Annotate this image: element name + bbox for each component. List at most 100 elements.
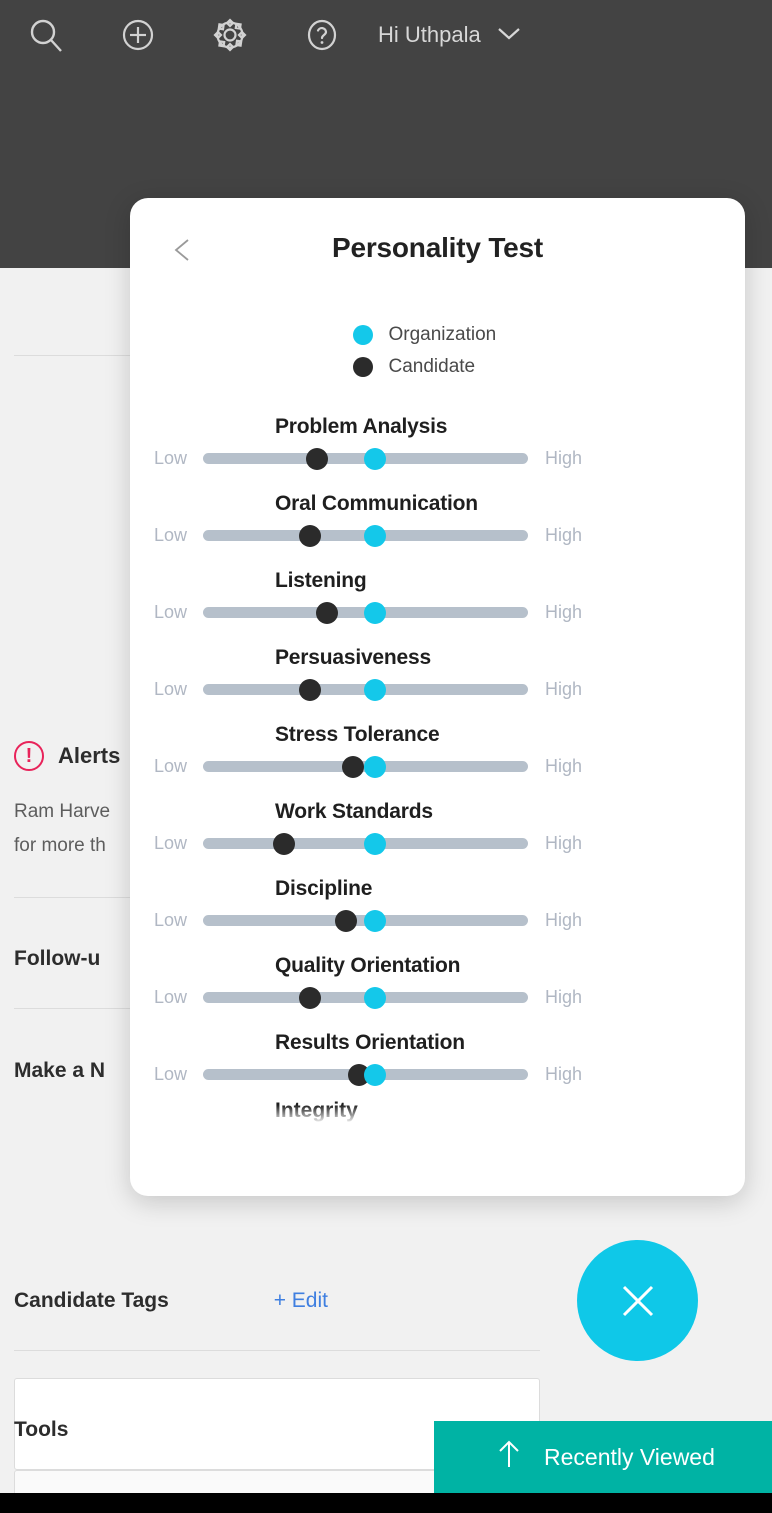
trait-slider[interactable]: Low High — [130, 1063, 745, 1086]
legend-color-dot-candidate — [352, 357, 373, 377]
trait-slider[interactable]: Low High — [130, 524, 745, 547]
scale-low-label: Low — [153, 910, 187, 930]
organization-marker — [364, 755, 387, 778]
trait-row: Oral Communication Low High — [130, 489, 745, 547]
trait-label: Listening — [275, 569, 367, 592]
chevron-down-icon — [495, 22, 523, 48]
trait-label: Stress Tolerance — [275, 723, 440, 746]
trait-label: Problem Analysis — [275, 415, 448, 438]
scale-low-label: Low — [153, 756, 187, 776]
recently-viewed-label: Recently Viewed — [544, 1443, 715, 1470]
slider-track[interactable] — [203, 524, 528, 547]
trait-slider[interactable]: Low High — [130, 909, 745, 932]
chart-legend: Organization Candidate — [130, 324, 745, 378]
scale-high-label: High — [545, 1064, 583, 1084]
legend-item-candidate: Candidate — [352, 356, 523, 378]
trait-row: Quality Orientation Low High — [130, 951, 745, 1009]
user-menu[interactable]: Hi Uthpala — [378, 22, 523, 48]
trait-label: Persuasiveness — [275, 646, 431, 669]
scale-low-label: Low — [153, 679, 187, 699]
trait-slider[interactable]: Low High — [130, 601, 745, 624]
trait-row: Persuasiveness Low High — [130, 643, 745, 701]
trait-label: Oral Communication — [275, 492, 478, 515]
candidate-marker — [273, 832, 296, 855]
trait-label: Quality Orientation — [275, 954, 461, 977]
organization-marker — [364, 832, 387, 855]
candidate-marker — [299, 678, 322, 701]
legend-item-organization: Organization — [352, 324, 523, 346]
trait-slider-list: Problem Analysis Low High Oral Communicatio… — [130, 412, 745, 1086]
close-x-icon — [611, 1274, 665, 1328]
scale-high-label: High — [545, 833, 583, 853]
organization-marker — [364, 601, 387, 624]
trait-row: Discipline Low High — [130, 874, 745, 932]
candidate-marker — [315, 601, 338, 624]
search-icon[interactable] — [0, 0, 92, 70]
next-trait-partial: Integrity — [130, 1099, 745, 1131]
legend-label-organization: Organization — [388, 324, 497, 345]
bottom-bar — [0, 1493, 772, 1513]
legend-color-dot-organization — [352, 325, 373, 345]
help-question-icon[interactable] — [276, 0, 368, 70]
trait-slider[interactable]: Low High — [130, 678, 745, 701]
scale-low-label: Low — [153, 987, 187, 1007]
slider-track[interactable] — [203, 832, 528, 855]
trait-slider[interactable]: Low High — [130, 986, 745, 1009]
candidate-marker — [341, 755, 364, 778]
user-greeting-label: Hi Uthpala — [378, 22, 481, 47]
alert-exclamation-icon: ! — [14, 741, 44, 771]
slider-track[interactable] — [203, 755, 528, 778]
alerts-heading: ! Alerts — [14, 741, 120, 771]
candidate-marker — [299, 986, 322, 1009]
candidate-marker — [305, 447, 328, 470]
modal-header: Personality Test — [130, 198, 745, 290]
organization-marker — [364, 524, 387, 547]
fade-overlay — [130, 1105, 745, 1131]
slider-track[interactable] — [203, 986, 528, 1009]
slider-track[interactable] — [203, 447, 528, 470]
slider-track[interactable] — [203, 909, 528, 932]
alerts-title: Alerts — [58, 743, 121, 768]
scale-high-label: High — [545, 448, 583, 468]
trait-row: Stress Tolerance Low High — [130, 720, 745, 778]
add-icon[interactable] — [92, 0, 184, 70]
trait-slider[interactable]: Low High — [130, 447, 745, 470]
scale-high-label: High — [545, 910, 583, 930]
slider-track[interactable] — [203, 678, 528, 701]
edit-tags-link[interactable]: + Edit — [274, 1289, 328, 1313]
settings-gear-icon[interactable] — [184, 0, 276, 70]
make-note-heading: Make a N — [14, 1059, 106, 1082]
scale-low-label: Low — [153, 1064, 187, 1084]
top-bar-actions: Hi Uthpala — [0, 0, 772, 70]
trait-row: Problem Analysis Low High — [130, 412, 745, 470]
close-modal-fab[interactable] — [577, 1240, 698, 1361]
trait-label: Work Standards — [275, 800, 433, 823]
followup-heading: Follow-u — [14, 947, 101, 970]
arrow-up-icon — [496, 1439, 522, 1475]
trait-row: Listening Low High — [130, 566, 745, 624]
scale-high-label: High — [545, 679, 583, 699]
organization-marker — [364, 678, 387, 701]
recently-viewed-bar[interactable]: Recently Viewed — [434, 1421, 772, 1493]
app-screen: Hi Uthpala ! Alerts Ram Harve for more t… — [0, 0, 772, 1513]
scale-high-label: High — [545, 602, 583, 622]
candidate-tags-heading: Candidate Tags — [14, 1289, 169, 1312]
trait-row: Work Standards Low High — [130, 797, 745, 855]
scale-low-label: Low — [153, 833, 187, 853]
organization-marker — [364, 909, 387, 932]
organization-marker — [364, 986, 387, 1009]
organization-marker — [364, 1063, 387, 1086]
trait-label: Discipline — [275, 877, 373, 900]
personality-test-modal: Personality Test Organization Candidate … — [130, 198, 745, 1196]
tools-heading: Tools — [14, 1418, 69, 1441]
modal-title: Personality Test — [331, 232, 544, 263]
scale-low-label: Low — [153, 448, 187, 468]
trait-slider[interactable]: Low High — [130, 832, 745, 855]
slider-track[interactable] — [203, 1063, 528, 1086]
slider-track[interactable] — [203, 601, 528, 624]
trait-row: Results Orientation Low High — [130, 1028, 745, 1086]
candidate-marker — [335, 909, 357, 932]
scale-high-label: High — [545, 756, 583, 776]
trait-slider[interactable]: Low High — [130, 755, 745, 778]
scale-low-label: Low — [153, 525, 187, 545]
